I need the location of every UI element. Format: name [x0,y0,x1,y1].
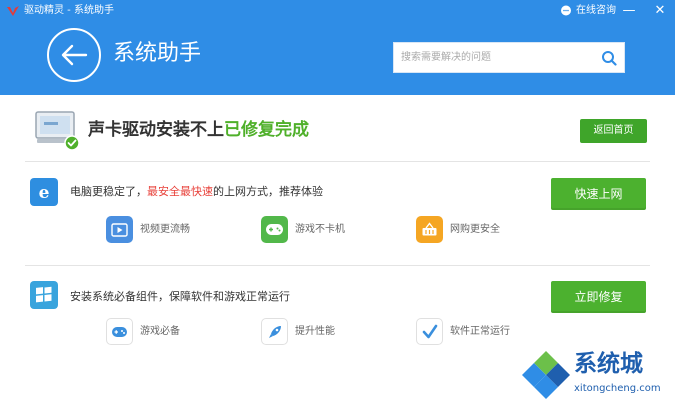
arrow-left-icon [61,44,88,66]
watermark-name: 系统城 [574,351,643,377]
divider [25,265,650,266]
title-bar: 驱动精灵 - 系统助手 在线咨询 — ✕ [0,0,675,22]
browser-text-highlight: 最安全最快速 [147,185,213,198]
video-icon [106,216,133,243]
shopping-basket-icon [416,216,443,243]
search-box [393,42,625,73]
feature-label: 软件正常运行 [450,325,510,337]
result-message: 声卡驱动安装不上已修复完成 [88,118,309,142]
browser-text-before: 电脑更稳定了， [70,185,147,198]
repair-promo-text: 安装系统必备组件，保障软件和游戏正常运行 [70,290,290,303]
chat-bubble-icon [561,5,571,16]
feature-label: 网购更安全 [450,223,500,235]
minimize-button[interactable]: — [621,3,637,19]
feature-game-essentials: 游戏必备 [106,318,180,345]
feature-label: 游戏必备 [140,325,180,337]
ie-browser-icon: e [30,178,58,206]
header-bar: 驱动精灵 - 系统助手 在线咨询 — ✕ 系统助手 [0,0,675,95]
feature-smooth-video: 视频更流畅 [106,216,190,243]
watermark-logo-icon [522,351,570,399]
search-icon [602,50,617,66]
page-title: 系统助手 [113,41,202,66]
feature-label: 游戏不卡机 [295,223,345,235]
app-title: 驱动精灵 - 系统助手 [24,5,114,16]
feature-safe-shopping: 网购更安全 [416,216,500,243]
monitor-check-icon [35,111,80,150]
feature-label: 提升性能 [295,325,335,337]
rocket-icon [261,318,288,345]
repair-now-button[interactable]: 立即修复 [551,281,646,313]
app-logo-icon [7,6,19,16]
browser-promo-text: 电脑更稳定了，最安全最快速的上网方式，推荐体验 [70,184,323,200]
feature-no-lag-games: 游戏不卡机 [261,216,345,243]
back-button[interactable] [47,28,101,82]
watermark-url: xitongcheng.com [574,383,661,394]
svg-text:e: e [39,183,50,202]
result-main-text: 声卡驱动安装不上 [88,120,224,140]
back-home-button[interactable]: 返回首页 [580,119,647,143]
gamepad-icon [261,216,288,243]
feedback-label: 在线咨询 [576,5,616,16]
feedback-link[interactable]: 在线咨询 [560,4,616,18]
quick-internet-button[interactable]: 快速上网 [551,178,646,210]
windows-icon [30,281,58,309]
close-button[interactable]: ✕ [652,3,668,19]
feature-label: 视频更流畅 [140,223,190,235]
site-watermark: 系统城 xitongcheng.com [520,346,670,404]
result-status-text: 已修复完成 [224,120,309,140]
divider [25,161,650,162]
search-input[interactable] [394,43,594,72]
browser-text-after: 的上网方式，推荐体验 [213,185,323,198]
feature-software-runs-normally: 软件正常运行 [416,318,510,345]
gamepad-icon [106,318,133,345]
checkmark-icon [416,318,443,345]
search-button[interactable] [594,43,624,72]
feature-boost-performance: 提升性能 [261,318,335,345]
